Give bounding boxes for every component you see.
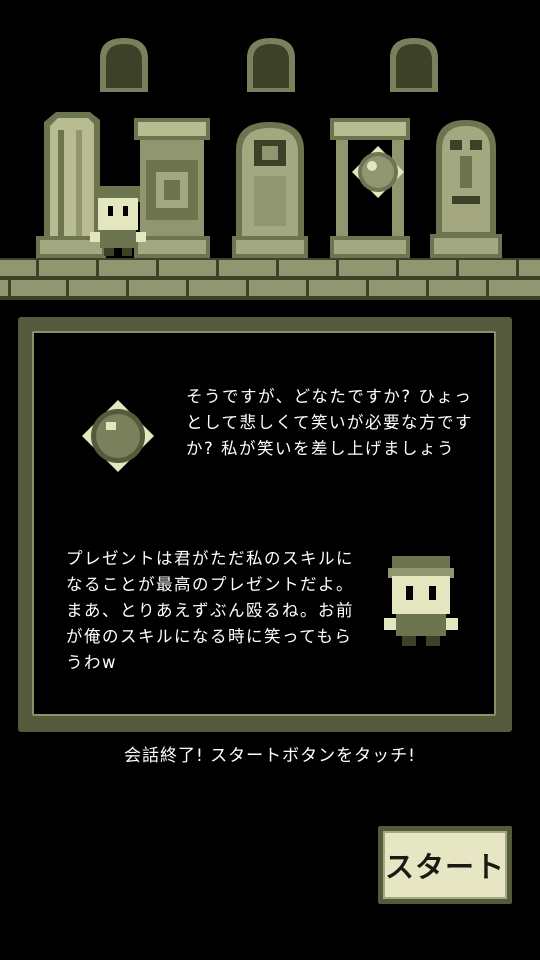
start-button-face[interactable]: スタート (383, 831, 507, 899)
dialog-text-hero: プレゼントは君がただ私のスキルになることが最高のプレゼントだよ。まあ、とりあえず… (66, 549, 354, 672)
arched-window-right (390, 38, 438, 92)
dialog-text-orb: そうですが、どなたですか? ひょっとして悲しくて笑いが必要な方ですか? 私が笑い… (186, 387, 474, 458)
hero-speaker-icon (384, 556, 458, 646)
ornate-column-statue (232, 122, 308, 258)
arched-window-left (100, 38, 148, 92)
brick-floor (0, 258, 540, 300)
start-button[interactable]: スタート (378, 826, 512, 904)
orb-speaker-icon (82, 400, 154, 472)
instruction-text: 会話終了! スタートボタンをタッチ! (123, 746, 417, 766)
scene-shrine (0, 0, 540, 300)
start-button-label: スタート (385, 850, 506, 884)
arched-window-center (247, 38, 295, 92)
orb-frame-statue (330, 118, 410, 258)
tiki-statue (430, 120, 502, 258)
